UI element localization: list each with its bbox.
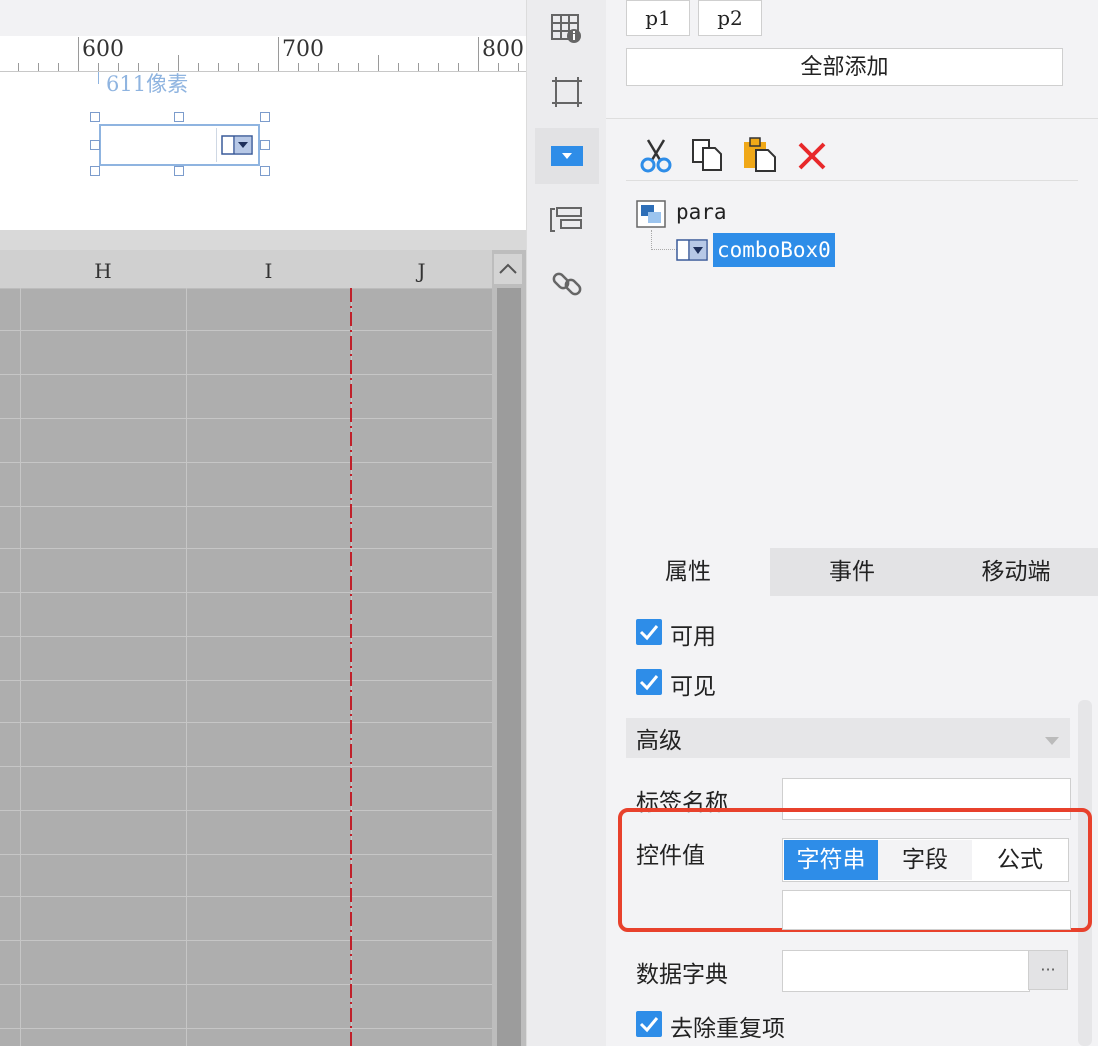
- combobox-widget-button[interactable]: [535, 128, 599, 184]
- advanced-label: 高级: [636, 728, 682, 754]
- table-info-icon: [551, 14, 581, 43]
- copy-button[interactable]: [690, 136, 726, 174]
- ruler-major-tick: [78, 37, 79, 71]
- link-button[interactable]: [535, 256, 599, 312]
- tab-properties[interactable]: 属性: [606, 548, 770, 596]
- ruler-major-tick: [478, 37, 479, 71]
- value-type-field[interactable]: 字段: [878, 840, 972, 880]
- ruler-label-800: 800: [482, 37, 524, 62]
- control-value-label: 控件值: [636, 843, 705, 869]
- visible-label: 可见: [670, 674, 716, 700]
- position-guide: [98, 72, 99, 84]
- column-header[interactable]: [0, 250, 21, 289]
- scroll-up-button[interactable]: [494, 254, 522, 284]
- resize-handle[interactable]: [90, 166, 100, 176]
- dedupe-label: 去除重复项: [670, 1016, 785, 1042]
- properties-panel: p1 p2 全部添加 para comboBox0 属性 事件 移动端 可用 可…: [606, 0, 1098, 1046]
- data-dictionary-input[interactable]: [782, 950, 1030, 992]
- chevron-up-icon: [499, 263, 517, 274]
- checkmark-icon: [639, 675, 659, 691]
- enabled-label: 可用: [670, 624, 716, 650]
- data-dictionary-label: 数据字典: [636, 962, 728, 988]
- paste-icon: [744, 137, 776, 172]
- resize-handle[interactable]: [90, 140, 100, 150]
- advanced-section-header[interactable]: 高级: [626, 718, 1070, 758]
- resize-handle[interactable]: [260, 112, 270, 122]
- scissors-icon: [640, 139, 672, 173]
- value-type-string[interactable]: 字符串: [784, 840, 878, 880]
- widget-toolbar: [526, 0, 606, 1046]
- tree-node-para[interactable]: para: [676, 200, 727, 224]
- combobox-widget[interactable]: [99, 124, 260, 166]
- checkmark-icon: [639, 1017, 659, 1033]
- combobox-node-icon: [676, 238, 710, 262]
- tree-node-combobox0[interactable]: comboBox0: [713, 233, 835, 267]
- table-info-button[interactable]: [535, 0, 599, 56]
- tab-mobile[interactable]: 移动端: [934, 548, 1098, 596]
- divider: [606, 118, 1098, 119]
- link-icon: [552, 272, 582, 296]
- param-button-p2[interactable]: p2: [698, 0, 762, 36]
- dedupe-checkbox[interactable]: [636, 1011, 662, 1037]
- visible-checkbox[interactable]: [636, 669, 662, 695]
- divider: [626, 180, 1078, 181]
- cut-button[interactable]: [638, 136, 674, 174]
- add-all-button[interactable]: 全部添加: [626, 48, 1063, 86]
- position-readout: 611像素: [106, 72, 189, 96]
- layout-button[interactable]: [535, 192, 599, 248]
- scrollbar-thumb[interactable]: [497, 288, 521, 1046]
- resize-handle[interactable]: [260, 166, 270, 176]
- canvas-separator: [0, 230, 526, 250]
- delete-button[interactable]: [796, 140, 828, 172]
- resize-handle[interactable]: [90, 112, 100, 122]
- resize-handle[interactable]: [174, 166, 184, 176]
- column-header-j[interactable]: J: [351, 250, 493, 289]
- ruler-label-700: 700: [282, 37, 324, 62]
- spreadsheet-grid[interactable]: H I J: [0, 250, 526, 1046]
- horizontal-ruler: 600 700 800: [0, 36, 526, 72]
- value-type-segmented: 字符串 字段 公式: [782, 838, 1069, 882]
- tree-connector: [651, 230, 677, 250]
- tab-events[interactable]: 事件: [770, 548, 934, 596]
- checkmark-icon: [639, 625, 659, 641]
- enabled-checkbox[interactable]: [636, 619, 662, 645]
- ruler-major-tick: [278, 37, 279, 71]
- layout-list-icon: [550, 207, 582, 232]
- column-header-h[interactable]: H: [20, 250, 187, 289]
- design-canvas[interactable]: 611像素: [0, 72, 526, 230]
- chevron-down-icon: [1045, 737, 1059, 745]
- frame-button[interactable]: [535, 64, 599, 120]
- param-button-p1[interactable]: p1: [626, 0, 690, 36]
- ruler-label-600: 600: [82, 37, 124, 62]
- value-type-formula[interactable]: 公式: [972, 840, 1068, 880]
- resize-handle[interactable]: [260, 140, 270, 150]
- resize-handle[interactable]: [174, 112, 184, 122]
- column-header-i[interactable]: I: [186, 250, 352, 289]
- copy-icon: [692, 139, 722, 171]
- para-node-icon: [636, 200, 666, 228]
- close-icon: [798, 142, 826, 170]
- control-value-input[interactable]: [782, 890, 1071, 930]
- dropdown-icon: [551, 146, 583, 166]
- combobox-dropdown-icon[interactable]: [216, 128, 256, 162]
- data-dictionary-more-button[interactable]: ···: [1028, 950, 1068, 990]
- frame-icon: [552, 77, 582, 107]
- paste-button[interactable]: [742, 136, 778, 174]
- page-boundary-line: [350, 288, 352, 1046]
